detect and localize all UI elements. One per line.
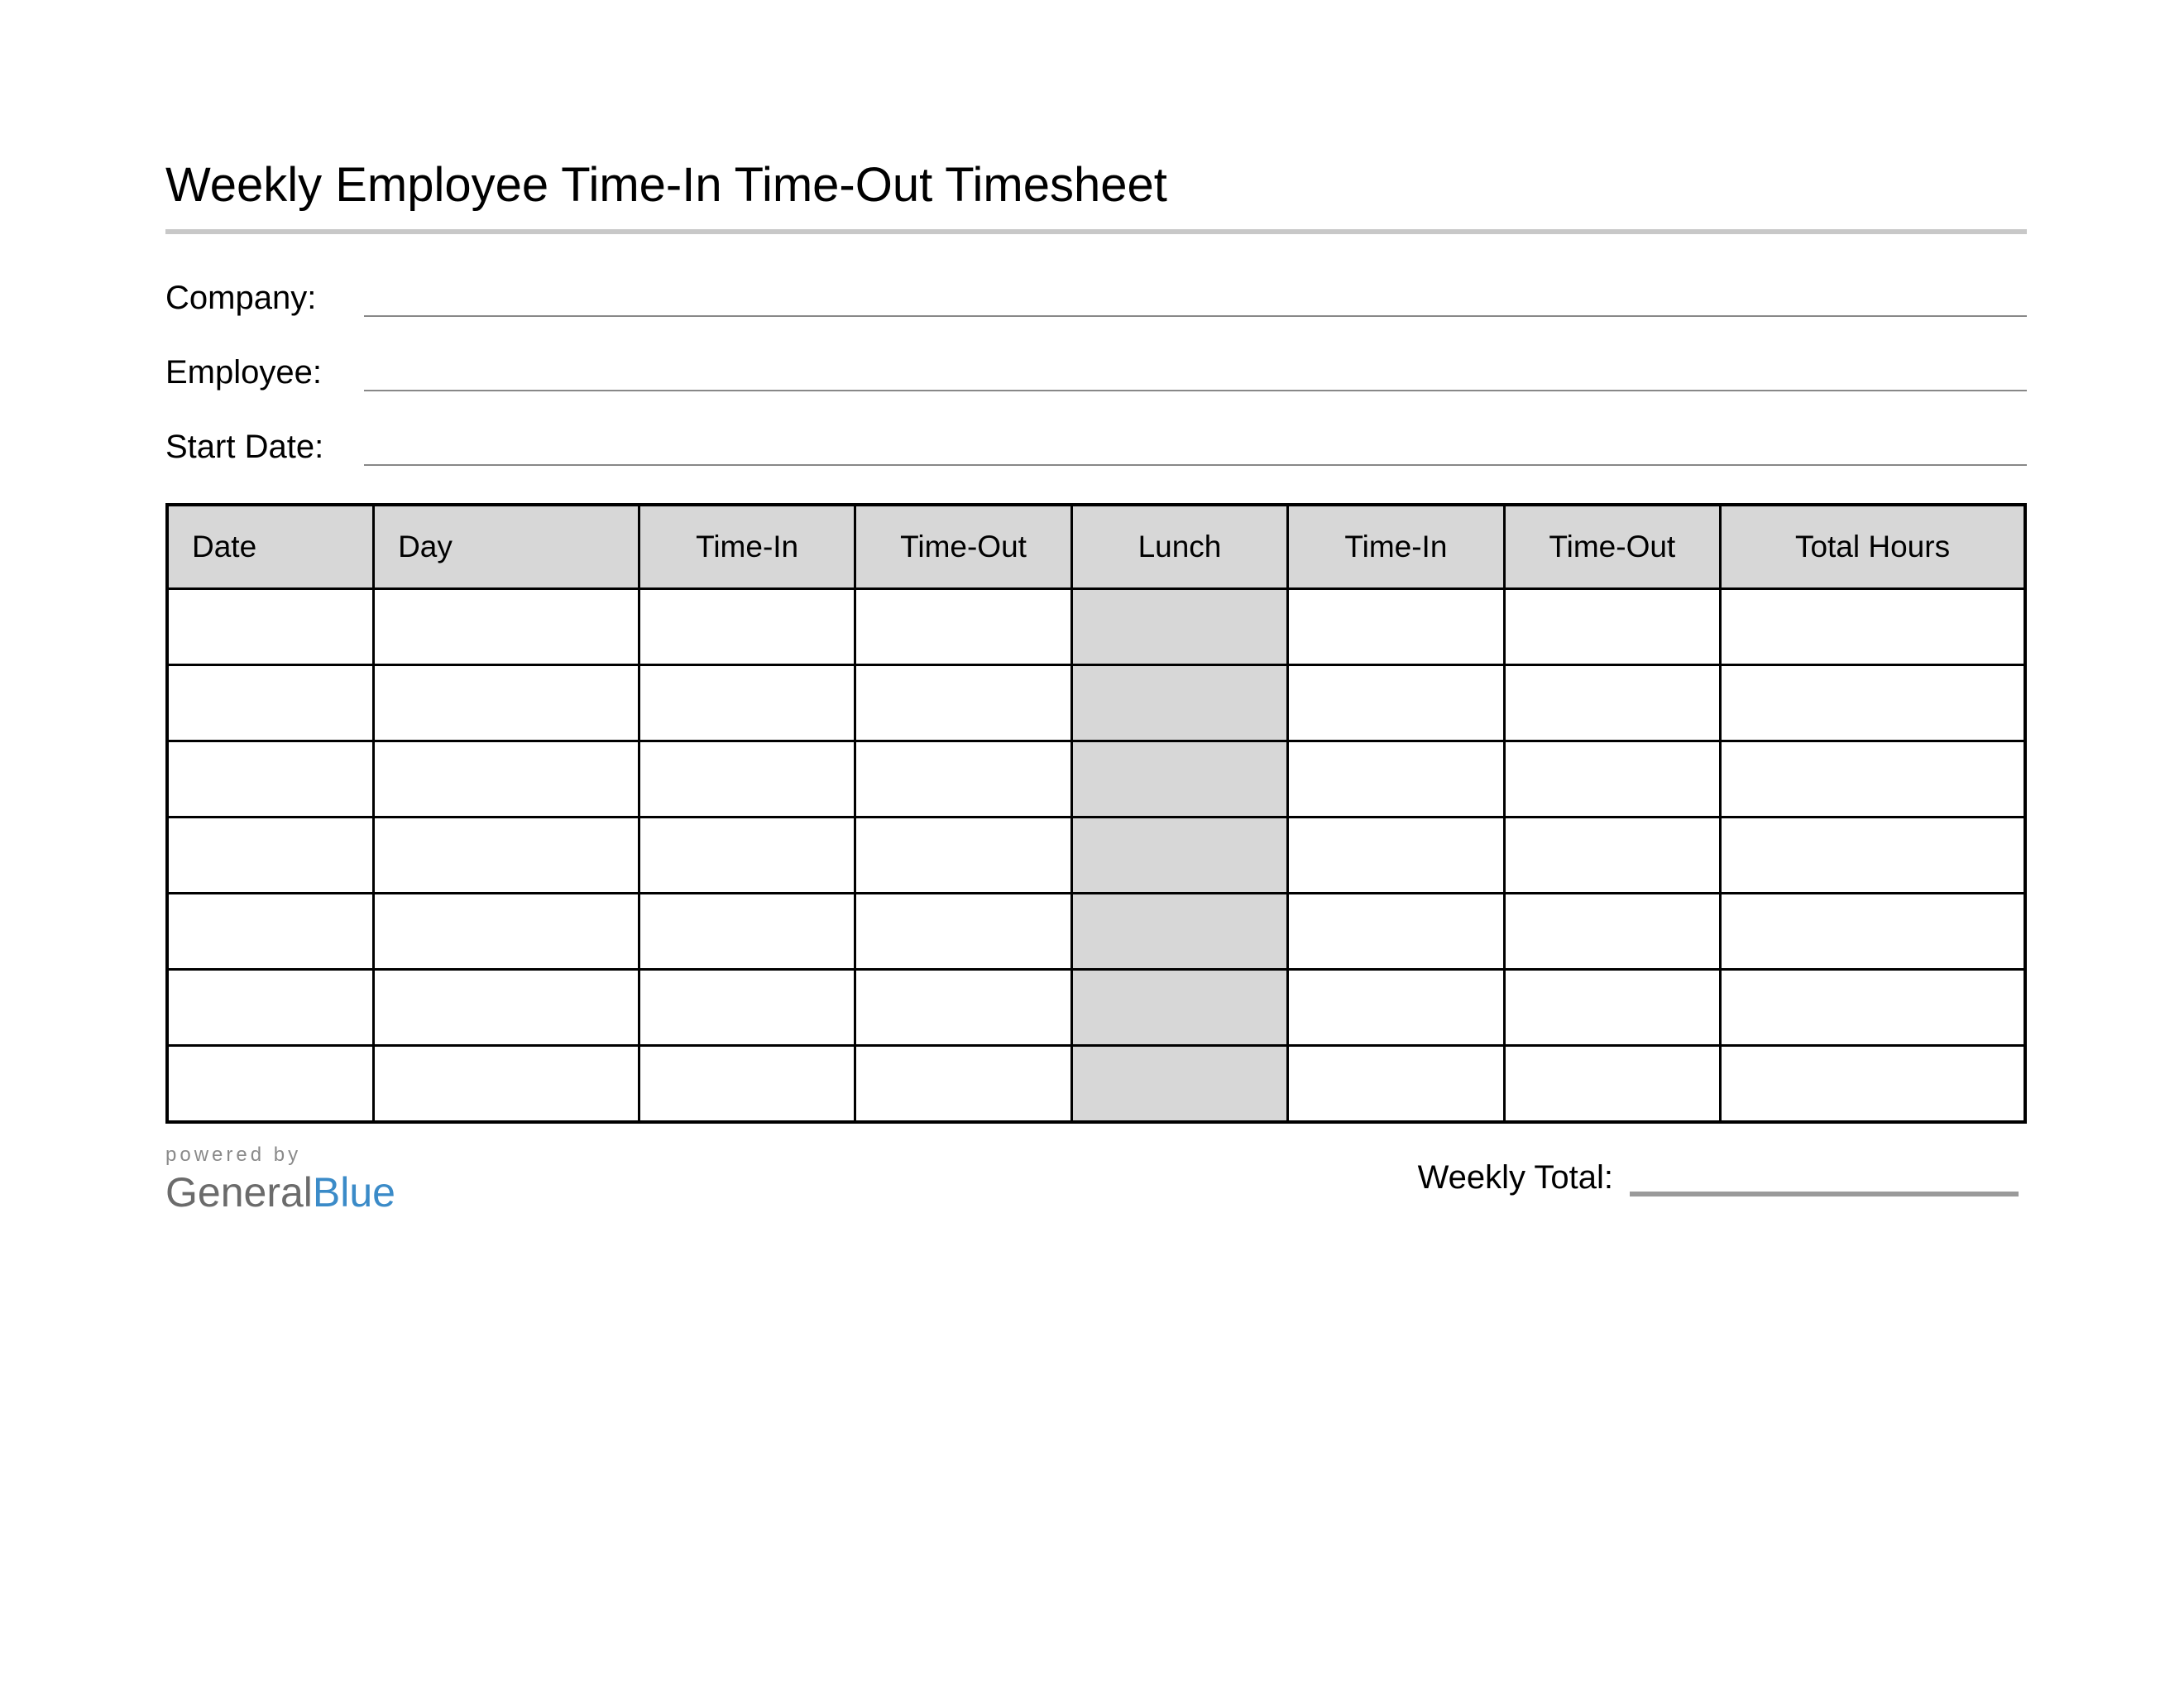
cell-lunch[interactable]: [1071, 894, 1287, 970]
cell-time-in-1[interactable]: [639, 970, 855, 1046]
table-row: [167, 665, 2025, 741]
cell-time-in-1[interactable]: [639, 741, 855, 818]
logo-part-general: General: [165, 1169, 313, 1216]
cell-lunch[interactable]: [1071, 818, 1287, 894]
cell-total-hours[interactable]: [1721, 818, 2025, 894]
cell-date[interactable]: [167, 818, 374, 894]
cell-day[interactable]: [374, 818, 639, 894]
cell-date[interactable]: [167, 894, 374, 970]
logo-part-blue: Blue: [313, 1169, 395, 1216]
cell-time-out-1[interactable]: [855, 970, 1071, 1046]
table-row: [167, 741, 2025, 818]
table-header-row: Date Day Time-In Time-Out Lunch Time-In …: [167, 505, 2025, 589]
header-total-hours: Total Hours: [1721, 505, 2025, 589]
cell-day[interactable]: [374, 970, 639, 1046]
cell-lunch[interactable]: [1071, 1046, 1287, 1122]
start-date-input-line[interactable]: [364, 433, 2027, 466]
cell-lunch[interactable]: [1071, 589, 1287, 665]
cell-time-out-2[interactable]: [1504, 741, 1720, 818]
cell-total-hours[interactable]: [1721, 1046, 2025, 1122]
cell-time-out-1[interactable]: [855, 741, 1071, 818]
table-row: [167, 894, 2025, 970]
cell-time-out-2[interactable]: [1504, 894, 1720, 970]
cell-time-in-1[interactable]: [639, 894, 855, 970]
cell-total-hours[interactable]: [1721, 970, 2025, 1046]
table-row: [167, 1046, 2025, 1122]
cell-lunch[interactable]: [1071, 970, 1287, 1046]
cell-time-in-1[interactable]: [639, 1046, 855, 1122]
company-label: Company:: [165, 280, 364, 317]
cell-date[interactable]: [167, 741, 374, 818]
cell-date[interactable]: [167, 589, 374, 665]
cell-lunch[interactable]: [1071, 665, 1287, 741]
weekly-total-input-line[interactable]: [1630, 1155, 2019, 1196]
table-row: [167, 818, 2025, 894]
logo: GeneralBlue: [165, 1168, 395, 1216]
document-title: Weekly Employee Time-In Time-Out Timeshe…: [165, 157, 2027, 213]
header-day: Day: [374, 505, 639, 589]
cell-time-in-2[interactable]: [1288, 665, 1504, 741]
header-lunch: Lunch: [1071, 505, 1287, 589]
cell-date[interactable]: [167, 970, 374, 1046]
cell-time-in-2[interactable]: [1288, 894, 1504, 970]
header-date: Date: [167, 505, 374, 589]
cell-time-out-1[interactable]: [855, 1046, 1071, 1122]
company-input-line[interactable]: [364, 284, 2027, 317]
start-date-field-row: Start Date:: [165, 429, 2027, 466]
cell-day[interactable]: [374, 665, 639, 741]
weekly-total-label: Weekly Total:: [1418, 1159, 1613, 1196]
cell-date[interactable]: [167, 665, 374, 741]
powered-by-text: powered by: [165, 1144, 395, 1167]
cell-time-in-1[interactable]: [639, 818, 855, 894]
cell-time-out-2[interactable]: [1504, 589, 1720, 665]
footer: powered by GeneralBlue Weekly Total:: [165, 1140, 2027, 1216]
cell-time-in-2[interactable]: [1288, 818, 1504, 894]
cell-time-in-2[interactable]: [1288, 589, 1504, 665]
employee-label: Employee:: [165, 354, 364, 391]
cell-lunch[interactable]: [1071, 741, 1287, 818]
timesheet-table: Date Day Time-In Time-Out Lunch Time-In …: [165, 503, 2027, 1124]
header-time-out-1: Time-Out: [855, 505, 1071, 589]
employee-input-line[interactable]: [364, 358, 2027, 391]
title-divider: [165, 229, 2027, 234]
cell-time-out-1[interactable]: [855, 665, 1071, 741]
employee-field-row: Employee:: [165, 354, 2027, 391]
cell-time-out-1[interactable]: [855, 894, 1071, 970]
start-date-label: Start Date:: [165, 429, 364, 466]
cell-time-in-2[interactable]: [1288, 970, 1504, 1046]
cell-time-out-1[interactable]: [855, 589, 1071, 665]
cell-time-out-2[interactable]: [1504, 818, 1720, 894]
cell-day[interactable]: [374, 1046, 639, 1122]
cell-time-out-2[interactable]: [1504, 970, 1720, 1046]
logo-block: powered by GeneralBlue: [165, 1140, 395, 1216]
weekly-total-block: Weekly Total:: [1418, 1155, 2019, 1196]
cell-time-in-2[interactable]: [1288, 1046, 1504, 1122]
cell-total-hours[interactable]: [1721, 741, 2025, 818]
header-time-in-2: Time-In: [1288, 505, 1504, 589]
cell-time-out-2[interactable]: [1504, 665, 1720, 741]
cell-time-in-2[interactable]: [1288, 741, 1504, 818]
cell-day[interactable]: [374, 894, 639, 970]
cell-day[interactable]: [374, 741, 639, 818]
cell-total-hours[interactable]: [1721, 894, 2025, 970]
header-time-in-1: Time-In: [639, 505, 855, 589]
cell-time-out-1[interactable]: [855, 818, 1071, 894]
cell-time-in-1[interactable]: [639, 665, 855, 741]
table-row: [167, 589, 2025, 665]
table-row: [167, 970, 2025, 1046]
cell-total-hours[interactable]: [1721, 665, 2025, 741]
company-field-row: Company:: [165, 280, 2027, 317]
cell-total-hours[interactable]: [1721, 589, 2025, 665]
cell-time-out-2[interactable]: [1504, 1046, 1720, 1122]
cell-day[interactable]: [374, 589, 639, 665]
cell-date[interactable]: [167, 1046, 374, 1122]
header-time-out-2: Time-Out: [1504, 505, 1720, 589]
cell-time-in-1[interactable]: [639, 589, 855, 665]
